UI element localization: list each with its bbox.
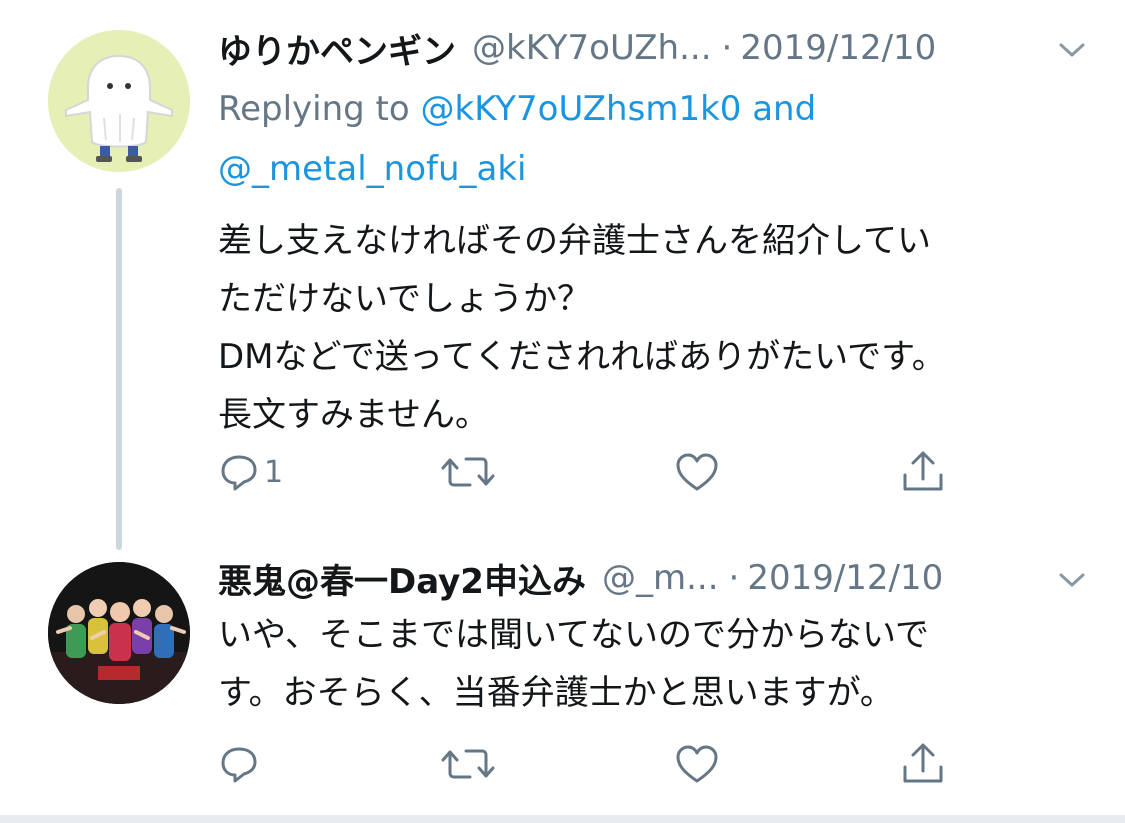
tweet-text: 差し支えなければその弁護士さんを紹介してい ただけないでしょうか？ DMなどで送… <box>218 212 1078 444</box>
tweet-header: 悪鬼@春一Day2申込み @_m... · 2019/12/10 <box>218 548 1085 608</box>
retweet-button[interactable] <box>440 734 496 794</box>
tweet-text-line: ただけないでしょうか？ <box>218 279 591 319</box>
reply-count: 1 <box>264 454 284 490</box>
reply-button[interactable]: 1 <box>218 442 283 502</box>
chevron-down-icon[interactable] <box>1057 570 1087 590</box>
bottom-divider <box>0 815 1125 823</box>
tweet-header: ゆりかペンギン @kKY7oUZh... · 2019/12/10 <box>218 18 1085 78</box>
avatar[interactable] <box>48 30 190 172</box>
heart-icon <box>676 745 718 783</box>
thread-connector-line <box>116 188 122 550</box>
heart-icon <box>676 453 718 491</box>
tweet-text-line: DMなどで送ってくだされればありがたいです。 <box>218 337 946 377</box>
share-icon <box>903 451 943 491</box>
reply-icon <box>221 747 257 783</box>
ghost-avatar-icon <box>48 30 190 172</box>
tweet-text: いや、そこまでは聞いてないので分からないで す。おそらく、当番弁護士かと思います… <box>218 606 1078 722</box>
tweet-1[interactable]: ゆりかペンギン @kKY7oUZh... · 2019/12/10 Replyi… <box>0 0 1125 540</box>
retweet-button[interactable] <box>440 442 496 502</box>
share-icon <box>903 743 943 783</box>
display-name[interactable]: 悪鬼@春一Day2申込み <box>218 554 586 603</box>
tweet-actions: 1 <box>218 442 978 502</box>
tweet-date[interactable]: 2019/12/10 <box>747 558 943 598</box>
group-photo-avatar-icon <box>48 562 190 704</box>
replying-to: Replying to @kKY7oUZhsm1k0 and <box>218 80 816 138</box>
tweet-text-line: いや、そこまでは聞いてないので分からないで <box>218 615 929 655</box>
display-name[interactable]: ゆりかペンギン <box>218 24 456 73</box>
tweet-2[interactable]: 悪鬼@春一Day2申込み @_m... · 2019/12/10 いや、そこまで… <box>0 540 1125 815</box>
like-button[interactable] <box>674 442 720 502</box>
avatar[interactable] <box>48 562 190 704</box>
mention-and[interactable]: and <box>752 89 816 129</box>
tweet-text-line: 長文すみません。 <box>218 395 489 435</box>
like-button[interactable] <box>674 734 720 794</box>
reply-icon <box>221 455 257 491</box>
chevron-down-icon[interactable] <box>1057 40 1087 60</box>
retweet-icon <box>441 457 495 487</box>
tweet-actions <box>218 734 978 794</box>
tweet-text-line: す。おそらく、当番弁護士かと思いますが。 <box>218 673 894 713</box>
user-handle[interactable]: @kKY7oUZh... <box>472 28 712 68</box>
separator: · <box>728 558 740 598</box>
share-button[interactable] <box>900 734 946 794</box>
replying-to-label: Replying to <box>218 89 410 129</box>
share-button[interactable] <box>900 442 946 502</box>
tweet-date[interactable]: 2019/12/10 <box>740 28 936 68</box>
mention-link-2[interactable]: @_metal_nofu_aki <box>218 149 527 189</box>
tweet-text-line: 差し支えなければその弁護士さんを紹介してい <box>218 221 931 261</box>
separator: · <box>721 28 733 68</box>
retweet-icon <box>441 749 495 779</box>
mention-link-1[interactable]: @kKY7oUZhsm1k0 <box>421 89 742 129</box>
user-handle[interactable]: @_m... <box>602 558 719 598</box>
reply-button[interactable] <box>218 734 264 794</box>
replying-to-line2: @_metal_nofu_aki <box>218 140 527 198</box>
